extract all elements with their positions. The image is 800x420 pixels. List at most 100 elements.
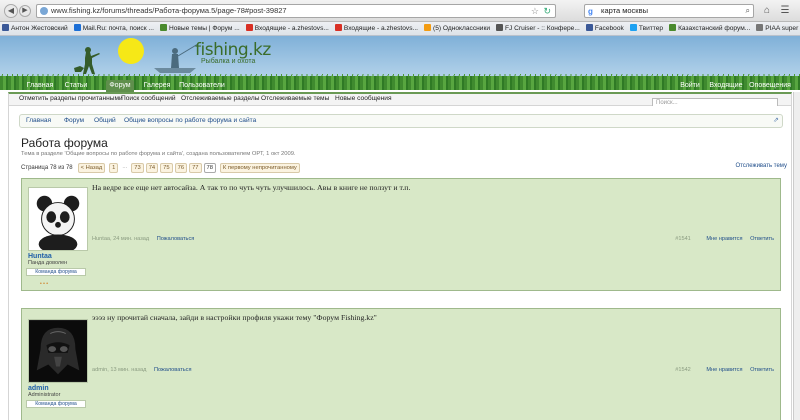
fisherman-silhouette bbox=[154, 44, 199, 73]
bookmark-label: FJ Cruiser - :: Конфере... bbox=[505, 25, 580, 32]
post-message: На ведре все еще нет автосайза. А так то… bbox=[92, 183, 411, 192]
page-label: Страница 78 из 78 bbox=[21, 165, 73, 171]
breadcrumb-home[interactable]: Главная bbox=[26, 117, 51, 124]
user-info: admin Administrator Команда форума bbox=[26, 385, 90, 408]
reply-link[interactable]: Ответить bbox=[750, 236, 774, 242]
prev-page-button[interactable]: < Назад bbox=[77, 163, 106, 173]
subnav-new-posts[interactable]: Новые сообщения bbox=[335, 95, 392, 102]
post-meta: Huntaa, 24 мин. назад Пожаловаться bbox=[92, 236, 194, 242]
pagination: Страница 78 из 78 < Назад 1... 73 74 75 76 77… bbox=[21, 163, 302, 173]
sun-graphic bbox=[118, 38, 144, 64]
page-scrollbar[interactable] bbox=[793, 92, 800, 420]
subnav-search[interactable]: Поиск сообщений bbox=[121, 95, 176, 102]
breadcrumb-section[interactable]: Общие вопросы по работе форума и сайта bbox=[124, 117, 256, 124]
address-bar[interactable]: www.fishing.kz/forums/threads/Работа-фор… bbox=[36, 4, 556, 18]
page-number-button[interactable]: 76 bbox=[174, 163, 188, 173]
back-button[interactable]: ◀ bbox=[4, 4, 18, 18]
panda-avatar-image bbox=[29, 188, 87, 254]
user-title: Administrator bbox=[28, 392, 61, 398]
reply-link[interactable]: Ответить bbox=[750, 367, 774, 373]
globe-icon bbox=[40, 7, 48, 15]
bookmark-star-icon[interactable]: ☆ bbox=[531, 5, 539, 17]
staff-badge: Команда форума bbox=[26, 268, 86, 276]
bookmark-label: Mail.Ru: почта, поиск ... bbox=[82, 25, 154, 32]
nav-tab-home[interactable]: Главная bbox=[22, 80, 58, 92]
avatar[interactable] bbox=[28, 319, 88, 383]
post-number[interactable]: #1541 bbox=[675, 236, 691, 242]
bookmark-item[interactable]: Казахстанский форум... bbox=[667, 22, 754, 35]
nav-tab-gallery[interactable]: Галерея bbox=[140, 80, 174, 92]
post-author[interactable]: admin bbox=[28, 385, 90, 392]
browser-toolbar: ◀ ▶ www.fishing.kz/forums/threads/Работа… bbox=[0, 0, 800, 22]
search-icon[interactable]: ⌕ bbox=[746, 5, 750, 17]
post-time[interactable]: Huntaa, 24 мин. назад bbox=[92, 236, 149, 242]
bookmark-item[interactable]: Твиттер bbox=[628, 22, 667, 35]
bookmark-label: Новые темы | Форум ... bbox=[168, 25, 240, 32]
bookmark-favicon-icon bbox=[756, 24, 764, 31]
subnav-watched-forums[interactable]: Отслеживаемые разделы bbox=[181, 95, 259, 102]
darth-vader-avatar-image bbox=[29, 320, 87, 382]
forward-button[interactable]: ▶ bbox=[19, 5, 31, 17]
menu-icon[interactable]: ☰ bbox=[778, 4, 792, 18]
forum-post: Huntaa Панда доволен Команда форума • • … bbox=[21, 178, 781, 291]
bookmark-favicon-icon bbox=[73, 24, 81, 31]
bookmark-label: Казахстанский форум... bbox=[678, 25, 751, 32]
nav-inbox[interactable]: Входящие bbox=[706, 80, 746, 92]
breadcrumb-general[interactable]: Общий bbox=[94, 117, 116, 124]
report-link[interactable]: Пожаловаться bbox=[154, 367, 192, 373]
bookmark-item[interactable]: Facebook bbox=[584, 22, 628, 35]
site-logo[interactable]: fishing.kz Рыбалка и охота bbox=[195, 40, 271, 65]
search-input[interactable]: g карта москвы ⌕ bbox=[584, 4, 754, 18]
url-text: www.fishing.kz/forums/threads/Работа-фор… bbox=[51, 6, 287, 15]
post-meta: admin, 13 мин. назад Пожаловаться bbox=[92, 367, 192, 373]
subnav-mark-read[interactable]: Отметить разделы прочитанными bbox=[19, 95, 123, 102]
first-unread-button[interactable]: К первому непрочитанному bbox=[219, 163, 300, 173]
page-number-button[interactable]: 1 bbox=[109, 163, 119, 173]
user-info: Huntaa Панда доволен Команда форума bbox=[26, 253, 90, 276]
nav-tab-articles[interactable]: Статьи bbox=[60, 80, 92, 92]
bookmark-item[interactable]: Входящие - a.zhestovs... bbox=[333, 22, 422, 35]
nav-login[interactable]: Войти bbox=[676, 80, 704, 92]
bookmark-item[interactable]: Новые темы | Форум ... bbox=[158, 22, 244, 35]
page-number-button[interactable]: 74 bbox=[145, 163, 159, 173]
watch-thread-link[interactable]: Отслеживать тему bbox=[735, 163, 787, 169]
bookmark-label: Входящие - a.zhestovs... bbox=[343, 25, 419, 32]
bookmark-item[interactable]: PIAA super white mirr... bbox=[754, 22, 800, 35]
rating-stars-icon: • • • bbox=[40, 281, 49, 287]
bookmark-label: (5) Одноклассники bbox=[433, 25, 491, 32]
page-title: Работа форума bbox=[21, 136, 108, 150]
bookmark-favicon-icon bbox=[496, 24, 504, 31]
refresh-icon[interactable]: ↻ bbox=[543, 5, 551, 17]
bookmark-item[interactable]: FJ Cruiser - :: Конфере... bbox=[494, 22, 584, 35]
like-link[interactable]: Мне нравится bbox=[706, 236, 742, 242]
staff-badge: Команда форума bbox=[26, 400, 86, 408]
post-number[interactable]: #1542 bbox=[675, 367, 691, 373]
nav-tab-forum[interactable]: Форум bbox=[106, 80, 134, 92]
bookmark-item[interactable]: (5) Одноклассники bbox=[422, 22, 494, 35]
bookmark-favicon-icon bbox=[585, 24, 593, 31]
post-author[interactable]: Huntaa bbox=[28, 253, 90, 260]
post-time[interactable]: admin, 13 мин. назад bbox=[92, 367, 146, 373]
hunter-silhouette bbox=[74, 47, 100, 74]
breadcrumb-expand-icon[interactable]: ⇗ bbox=[773, 116, 779, 124]
page-number-button[interactable]: 78 bbox=[203, 163, 216, 173]
bookmark-label: Facebook bbox=[594, 25, 624, 32]
bookmark-item[interactable]: Входящие - a.zhestovs... bbox=[244, 22, 333, 35]
avatar[interactable] bbox=[28, 187, 88, 254]
home-icon[interactable]: ⌂ bbox=[760, 4, 774, 18]
nav-alerts[interactable]: Оповещения bbox=[748, 80, 792, 92]
page-number-button[interactable]: 73 bbox=[131, 163, 144, 173]
bookmark-item[interactable]: Антон Жестовский bbox=[0, 22, 72, 35]
bookmark-favicon-icon bbox=[159, 24, 167, 31]
page-number-button[interactable]: 77 bbox=[189, 163, 202, 173]
like-link[interactable]: Мне нравится bbox=[706, 367, 742, 373]
post-message: эээз ну прочитай сначала, зайди в настро… bbox=[92, 313, 377, 322]
bookmark-item[interactable]: Mail.Ru: почта, поиск ... bbox=[72, 22, 158, 35]
bookmark-favicon-icon bbox=[669, 24, 677, 31]
subnav-watched-threads[interactable]: Отслеживаемые темы bbox=[261, 95, 329, 102]
forum-post: admin Administrator Команда форума эээз … bbox=[21, 308, 781, 420]
report-link[interactable]: Пожаловаться bbox=[157, 236, 195, 242]
breadcrumb-forum[interactable]: Форум bbox=[64, 117, 84, 124]
page-number-button[interactable]: 75 bbox=[160, 163, 173, 173]
nav-tab-users[interactable]: Пользователи bbox=[176, 80, 228, 92]
